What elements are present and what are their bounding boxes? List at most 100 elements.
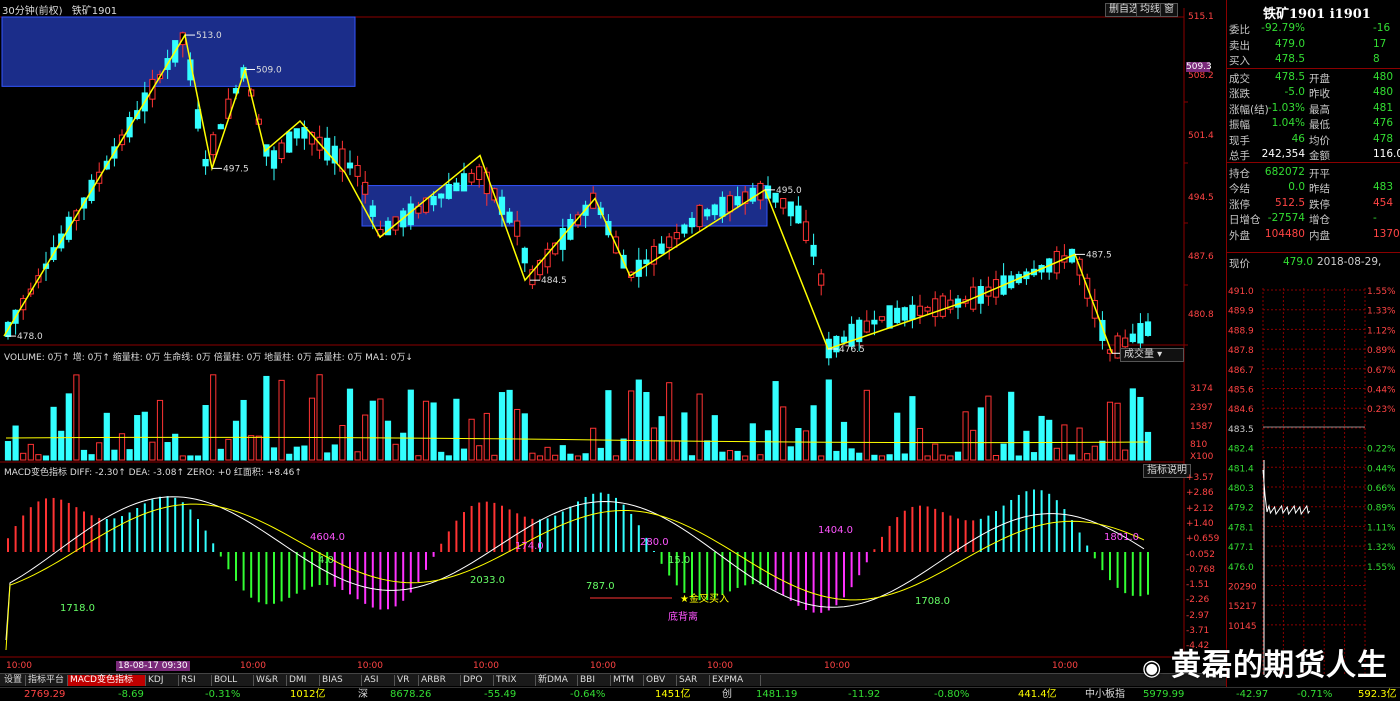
mini-axis-left: 479.2 bbox=[1228, 504, 1254, 514]
macd-area-label: 2033.0 bbox=[470, 575, 505, 586]
tab-19[interactable]: EXPMA bbox=[710, 675, 761, 686]
volume-bar bbox=[962, 411, 969, 461]
candle-body bbox=[476, 166, 483, 181]
status-bar: 2769.29 -8.69 -0.31% 1012亿 深 8678.26 -55… bbox=[0, 687, 1400, 701]
sz-label: 深 bbox=[358, 689, 368, 700]
macd-area-label: 4604.0 bbox=[310, 532, 345, 543]
tab-5[interactable]: BOLL bbox=[212, 675, 254, 686]
mini-axis-left: 482.4 bbox=[1228, 445, 1254, 455]
tab-15[interactable]: BBI bbox=[578, 675, 611, 686]
tab-3[interactable]: KDJ bbox=[146, 675, 179, 686]
tab-11[interactable]: ARBR bbox=[419, 675, 461, 686]
volume-bar bbox=[468, 418, 475, 461]
tab-0[interactable]: 设置 bbox=[2, 675, 26, 686]
volume-bar bbox=[696, 393, 703, 461]
volume-bar bbox=[1129, 388, 1136, 461]
period-label[interactable]: 30分钟(前权) bbox=[2, 6, 63, 17]
volume-bar bbox=[529, 452, 536, 461]
volume-bar bbox=[970, 429, 977, 461]
volume-bar bbox=[58, 430, 65, 461]
volume-bar bbox=[635, 379, 642, 461]
volume-bar bbox=[156, 399, 164, 461]
mini-axis-left: 476.0 bbox=[1228, 563, 1254, 573]
window-button[interactable]: 窗 bbox=[1160, 3, 1178, 17]
tab-1[interactable]: 指标平台 bbox=[26, 675, 68, 686]
sz-percent: -0.64% bbox=[570, 689, 606, 700]
tab-13[interactable]: TRIX bbox=[494, 675, 536, 686]
volume-bar bbox=[552, 454, 559, 461]
volume-bar bbox=[787, 446, 794, 461]
cy-change: -11.92 bbox=[848, 689, 881, 700]
quote-row: 日增仓 -27574 增仓 - bbox=[1227, 212, 1400, 228]
volume-bar bbox=[42, 455, 50, 461]
mini-axis-right: 1.11% bbox=[1367, 523, 1396, 533]
quote-value-2: -16 bbox=[1373, 22, 1391, 34]
tab-14[interactable]: 新DMA bbox=[536, 675, 578, 686]
chart-area[interactable]: 513.0 509.0 497.5 478.0 484.5 495.0 476.5 487.5… bbox=[0, 0, 1226, 673]
quote-label: 成交 bbox=[1229, 72, 1250, 85]
volume-bar bbox=[377, 398, 384, 461]
tab-17[interactable]: OBV bbox=[644, 675, 677, 686]
candle-body bbox=[506, 211, 513, 223]
tab-9[interactable]: ASI bbox=[362, 675, 395, 686]
tab-12[interactable]: DPO bbox=[461, 675, 494, 686]
tab-7[interactable]: DMI bbox=[287, 675, 320, 686]
volume-bars bbox=[4, 374, 1152, 461]
tab-16[interactable]: MTM bbox=[611, 675, 644, 686]
quote-label: 买入 bbox=[1229, 55, 1250, 67]
volume-bar bbox=[916, 427, 924, 461]
sz-amount: 1451亿 bbox=[655, 689, 691, 700]
volume-selector[interactable]: 成交量 ▾ bbox=[1120, 348, 1184, 362]
candle-body bbox=[438, 193, 445, 199]
volume-bar bbox=[985, 395, 992, 461]
tab-4[interactable]: RSI bbox=[179, 675, 212, 686]
candle-body bbox=[734, 196, 741, 206]
candle-body bbox=[818, 273, 825, 286]
volume-bar bbox=[491, 454, 498, 461]
tab-18[interactable]: SAR bbox=[677, 675, 710, 686]
chart-grid bbox=[0, 8, 1188, 670]
indicator-help-button[interactable]: 指标说明 bbox=[1143, 464, 1191, 478]
zx-index: 5979.99 bbox=[1143, 689, 1185, 700]
mini-axis-right: 0.89% bbox=[1367, 504, 1396, 514]
mini-axis-left: 485.6 bbox=[1228, 386, 1254, 396]
volume-bar bbox=[544, 446, 551, 461]
volume-bar bbox=[818, 455, 825, 461]
quote-value: 478.5 bbox=[1274, 53, 1305, 65]
candle-body bbox=[286, 131, 293, 153]
intraday-mini-chart[interactable]: 491.0 489.9 488.9 487.8 486.7 485.6 484.6 483.5… bbox=[1227, 280, 1400, 680]
candle-body bbox=[863, 320, 870, 333]
quote-value-2: 483 bbox=[1373, 181, 1394, 193]
tab-8[interactable]: BIAS bbox=[320, 675, 362, 686]
quote-label-2: 金额 bbox=[1309, 150, 1330, 162]
macd-tick: -2.26 bbox=[1186, 595, 1210, 606]
candle-body bbox=[666, 236, 673, 248]
candle-body bbox=[719, 196, 726, 217]
candle-body bbox=[924, 306, 931, 312]
candle-body bbox=[1129, 333, 1136, 343]
sh-amount: 1012亿 bbox=[290, 689, 326, 700]
candle-body bbox=[460, 173, 468, 192]
volume-bar bbox=[369, 400, 376, 461]
tab-6[interactable]: W&R bbox=[254, 675, 287, 686]
tab-2[interactable]: MACD变色指标 bbox=[68, 675, 146, 686]
candle-body bbox=[787, 201, 794, 217]
tab-10[interactable]: VR bbox=[395, 675, 419, 686]
mini-axis-left: 491.0 bbox=[1228, 287, 1254, 297]
quote-row: 涨幅(结) -1.03% 最高 481 bbox=[1227, 102, 1400, 118]
quote-label-2: 均价 bbox=[1309, 134, 1330, 147]
volume-bar bbox=[1076, 427, 1083, 461]
quote-row: 外盘 104480 内盘 1370 bbox=[1227, 228, 1400, 244]
macd-area-label: 280.0 bbox=[640, 537, 669, 548]
volume-bar bbox=[559, 445, 566, 461]
volume-bar bbox=[438, 451, 445, 461]
quote-row: 成交 478.5 开盘 480 bbox=[1227, 71, 1400, 87]
quote-label: 卖出 bbox=[1229, 39, 1250, 52]
candle-body bbox=[802, 221, 810, 241]
volume-bar bbox=[73, 374, 80, 461]
volume-bar bbox=[65, 393, 72, 461]
quote-value-2: 480 bbox=[1373, 86, 1394, 98]
volume-bar bbox=[612, 455, 620, 461]
candle-body bbox=[1137, 323, 1144, 344]
volume-bar bbox=[726, 450, 734, 461]
